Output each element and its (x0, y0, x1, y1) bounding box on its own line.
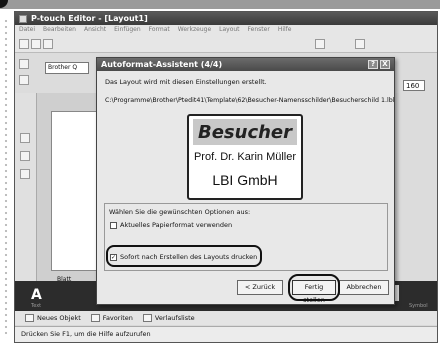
new-icon[interactable] (19, 39, 29, 49)
favorites-label: Favoriten (102, 314, 133, 322)
favorites-icon (90, 314, 100, 322)
printer-icon[interactable] (19, 59, 29, 69)
options-group: Wählen Sie die gewünschten Optionen aus:… (104, 203, 388, 271)
preview-company: LBI GmbH (212, 172, 278, 188)
menu-ansicht[interactable]: Ansicht (84, 26, 106, 34)
new-object-label: Neues Objekt (37, 314, 81, 322)
step-bar (0, 0, 440, 9)
menu-format[interactable]: Format (149, 26, 170, 34)
menu-fenster[interactable]: Fenster (248, 26, 270, 34)
draw-tools (15, 93, 37, 283)
zoom-icon[interactable] (355, 39, 365, 49)
save-icon[interactable] (43, 39, 53, 49)
app-title-bar: P-touch Editor - [Layout1] (15, 12, 437, 25)
dialog-message: Das Layout wird mit diesen Einstellungen… (105, 78, 267, 86)
option-current-paper-label: Aktuelles Papierformat verwenden (120, 221, 233, 229)
close-icon[interactable]: X (380, 60, 390, 69)
font-size-select[interactable]: 160 (403, 80, 425, 91)
history-button[interactable]: Verlaufsliste (142, 313, 195, 323)
object-bar: Neues Objekt Favoriten Verlaufsliste (15, 311, 437, 325)
status-bar: Drücken Sie F1, um die Hilfe aufzurufen (15, 326, 437, 342)
font-select[interactable]: Brother Q (45, 62, 89, 74)
margin-dots (4, 18, 8, 338)
menu-bearbeiten[interactable]: Bearbeiten (43, 26, 76, 34)
menu-werkzeuge[interactable]: Werkzeuge (178, 26, 211, 34)
pointer-icon[interactable] (20, 133, 30, 143)
finish-button-highlight (288, 274, 340, 301)
new-object-button[interactable]: Neues Objekt (25, 313, 81, 323)
help-icon[interactable]: ? (368, 60, 378, 69)
new-object-icon (25, 314, 34, 322)
menu-bar: Datei Bearbeiten Ansicht Einfügen Format… (15, 25, 437, 35)
standard-toolbar (15, 35, 437, 53)
preview-name: Prof. Dr. Karin Müller (193, 151, 297, 163)
text-object-icon[interactable]: A (31, 287, 42, 303)
template-path: C:\Programme\Brother\Ptedit41\Template\6… (105, 97, 395, 104)
open-icon[interactable] (31, 39, 41, 49)
checkbox-current-paper[interactable] (110, 221, 117, 229)
cancel-button[interactable]: Abbrechen (339, 280, 389, 295)
text-icon[interactable] (20, 151, 30, 161)
options-label: Wählen Sie die gewünschten Optionen aus: (109, 208, 251, 216)
favorites-button[interactable]: Favoriten (90, 313, 133, 323)
label-paper[interactable] (51, 111, 101, 271)
back-button[interactable]: < Zurück (237, 280, 283, 295)
print-option-highlight (106, 245, 262, 267)
symbol-object-caption: Symbol (409, 303, 428, 309)
dialog-title: Autoformat-Assistent (4/4) (101, 60, 223, 69)
autoformat-wizard-dialog: Autoformat-Assistent (4/4) ? X Das Layou… (96, 57, 395, 305)
preview-heading: Besucher (193, 119, 297, 145)
text-tool-icon[interactable] (315, 39, 325, 49)
option-current-paper[interactable]: Aktuelles Papierformat verwenden (110, 221, 232, 229)
line-icon[interactable] (20, 169, 30, 179)
menu-einfuegen[interactable]: Einfügen (114, 26, 140, 34)
right-tools (399, 93, 437, 283)
menu-hilfe[interactable]: Hilfe (278, 26, 292, 34)
menu-datei[interactable]: Datei (19, 26, 35, 34)
history-label: Verlaufsliste (154, 314, 195, 322)
history-icon (142, 314, 152, 322)
app-logo-icon (19, 14, 27, 23)
menu-layout[interactable]: Layout (219, 26, 239, 34)
text-object-caption: Text (31, 303, 42, 309)
layout-icon[interactable] (19, 75, 29, 85)
app-title: P-touch Editor - [Layout1] (31, 14, 148, 23)
label-preview: Besucher Prof. Dr. Karin Müller LBI GmbH (187, 114, 303, 200)
dialog-title-bar: Autoformat-Assistent (4/4) ? X (97, 58, 394, 71)
